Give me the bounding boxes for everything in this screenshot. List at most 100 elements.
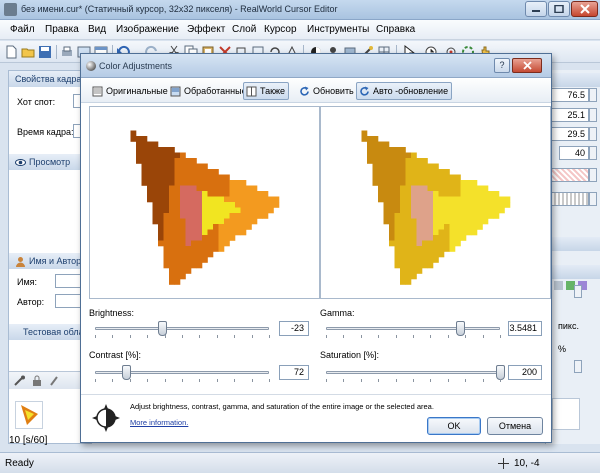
cursor-pixel bbox=[394, 169, 401, 175]
menu-image[interactable]: Изображение bbox=[116, 24, 179, 35]
value-spin-2[interactable] bbox=[589, 108, 597, 122]
tab-also[interactable]: Также bbox=[243, 82, 290, 100]
saturation-value[interactable]: 200 bbox=[508, 365, 542, 380]
cursor-pixel bbox=[174, 273, 181, 280]
cursor-pixel bbox=[213, 240, 219, 247]
menu-effect[interactable]: Эффект bbox=[187, 24, 225, 35]
slider-tick bbox=[447, 335, 449, 338]
cursor-pixel bbox=[229, 218, 236, 225]
contrast-slider-thumb[interactable] bbox=[122, 365, 132, 380]
brush-icon[interactable] bbox=[49, 375, 61, 387]
tools-icon[interactable] bbox=[13, 375, 25, 387]
maximize-button[interactable] bbox=[548, 1, 570, 17]
brightness-slider-thumb[interactable] bbox=[157, 321, 167, 336]
menu-layer[interactable]: Слой bbox=[232, 24, 256, 35]
close-button[interactable] bbox=[571, 1, 598, 17]
contrast-value[interactable]: 72 bbox=[279, 365, 309, 380]
cursor-pixel bbox=[262, 207, 269, 214]
cursor-pixel bbox=[196, 196, 203, 203]
menu-tools[interactable]: Инструменты bbox=[307, 24, 369, 35]
dropdown-arrow-2[interactable] bbox=[574, 285, 582, 298]
cursor-pixel bbox=[196, 213, 203, 219]
dropdown-arrow-3[interactable] bbox=[574, 360, 582, 373]
contrast-track[interactable] bbox=[95, 371, 269, 374]
cursor-pixel bbox=[163, 224, 170, 230]
cursor-pixel bbox=[169, 268, 175, 274]
more-information-link[interactable]: More information. bbox=[130, 418, 188, 427]
cursor-pixel bbox=[405, 185, 412, 192]
saturation-slider-thumb[interactable] bbox=[496, 365, 505, 380]
menu-view[interactable]: Вид bbox=[88, 24, 106, 35]
cursor-pixel bbox=[169, 251, 175, 258]
lock-icon[interactable] bbox=[31, 375, 43, 387]
menu-file[interactable]: Файл bbox=[10, 24, 35, 35]
outline-pattern-arrow[interactable] bbox=[589, 192, 597, 206]
cursor-pixel bbox=[411, 202, 417, 208]
cursor-pixel bbox=[180, 152, 186, 159]
slider-tick bbox=[326, 335, 327, 338]
refresh-button[interactable]: Обновить bbox=[296, 82, 358, 100]
menu-cursor[interactable]: Курсор bbox=[264, 24, 297, 35]
dialog-close-button[interactable] bbox=[512, 58, 542, 73]
test-area-header[interactable]: Тестовая област bbox=[9, 324, 91, 340]
value-field-2[interactable]: 25.1 bbox=[549, 108, 589, 122]
cursor-pixel bbox=[405, 180, 412, 186]
value-field-3[interactable]: 29.5 bbox=[549, 127, 589, 141]
cursor-pixel bbox=[169, 163, 175, 170]
cursor-pixel bbox=[185, 158, 192, 164]
cursor-pixel bbox=[180, 207, 186, 214]
hotspot-label: Хот спот: bbox=[17, 97, 56, 107]
cursor-pixel bbox=[433, 169, 439, 175]
cursor-pixel bbox=[185, 202, 192, 208]
cursor-pixel bbox=[141, 158, 148, 164]
cursor-pixel bbox=[438, 180, 445, 186]
gamma-slider-thumb[interactable] bbox=[455, 321, 465, 336]
value-field-4[interactable]: 40 bbox=[559, 146, 589, 160]
print-icon[interactable] bbox=[60, 45, 74, 59]
frame-thumbnail[interactable] bbox=[15, 401, 43, 429]
auto-refresh-toggle[interactable]: Авто -обновление bbox=[356, 82, 453, 100]
cursor-pixel bbox=[477, 213, 483, 219]
cursor-pixel bbox=[224, 174, 230, 181]
open-folder-icon[interactable] bbox=[21, 45, 35, 59]
fill-pattern-arrow[interactable] bbox=[589, 168, 597, 182]
brightness-value[interactable]: -23 bbox=[279, 321, 309, 336]
cursor-pixel bbox=[422, 224, 428, 230]
cursor-pixel bbox=[411, 235, 417, 241]
cursor-pixel bbox=[455, 185, 461, 192]
gamma-value[interactable]: 3.5481 bbox=[508, 321, 542, 336]
menu-help[interactable]: Справка bbox=[376, 24, 415, 35]
minimize-button[interactable] bbox=[525, 1, 547, 17]
value-spin-1[interactable] bbox=[589, 88, 597, 102]
dialog-title: Color Adjustments bbox=[99, 61, 173, 71]
tab-original[interactable]: Оригинальные bbox=[89, 82, 172, 100]
cursor-pixel bbox=[191, 246, 197, 252]
new-file-icon[interactable] bbox=[4, 45, 18, 59]
saturation-track[interactable] bbox=[326, 371, 500, 374]
value-spin-4[interactable] bbox=[589, 146, 597, 160]
save-icon[interactable] bbox=[38, 45, 52, 59]
outline-pattern-dropdown[interactable] bbox=[549, 192, 589, 206]
value-field-1[interactable]: 76.5 bbox=[549, 88, 589, 102]
gamma-track[interactable] bbox=[326, 327, 500, 330]
frame-properties-header[interactable]: Свойства кадра bbox=[9, 71, 91, 87]
ok-button[interactable]: OK bbox=[427, 417, 481, 435]
cursor-pixel bbox=[213, 180, 219, 186]
cursor-pixel bbox=[240, 224, 247, 230]
cursor-pixel bbox=[246, 191, 252, 197]
cursor-pixel bbox=[438, 202, 445, 208]
swatch-gray[interactable] bbox=[554, 281, 563, 290]
menu-edit[interactable]: Правка bbox=[45, 24, 79, 35]
brightness-track[interactable] bbox=[95, 327, 269, 330]
dialog-help-button[interactable]: ? bbox=[494, 58, 510, 73]
cancel-button[interactable]: Отмена bbox=[487, 417, 543, 435]
cursor-pixel bbox=[455, 174, 461, 181]
value-spin-3[interactable] bbox=[589, 127, 597, 141]
cursor-pixel bbox=[240, 202, 247, 208]
cursor-pixel bbox=[174, 207, 181, 214]
fill-pattern-dropdown[interactable] bbox=[549, 168, 589, 182]
cursor-pixel bbox=[427, 251, 434, 258]
tab-processed[interactable]: Обработанные bbox=[167, 82, 251, 100]
cursor-pixel bbox=[152, 213, 159, 219]
cursor-pixel bbox=[191, 163, 197, 170]
